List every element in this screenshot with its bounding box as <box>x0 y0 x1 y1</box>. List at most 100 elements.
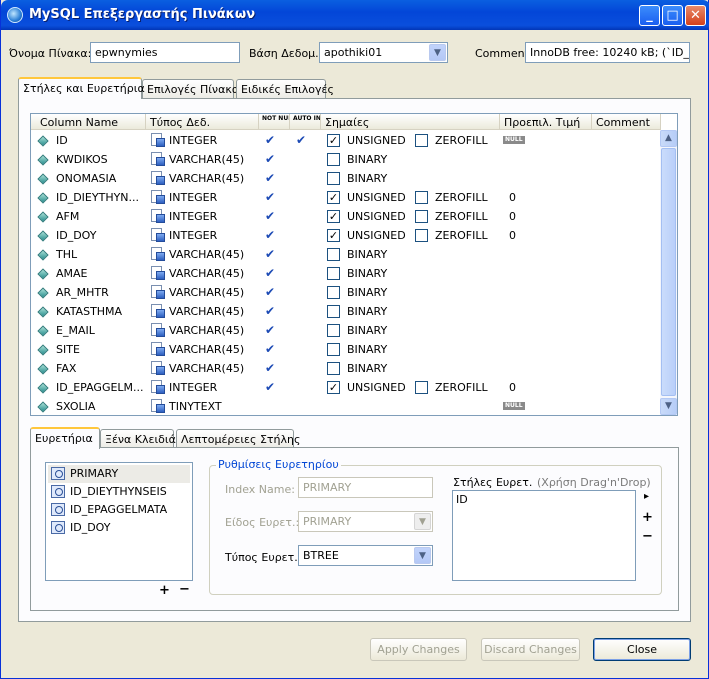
scroll-thumb[interactable] <box>661 148 676 396</box>
column-name-cell[interactable]: AFM <box>52 207 147 226</box>
grid-vertical-scrollbar[interactable]: ▲ ▼ <box>660 130 677 415</box>
header-flags[interactable]: Σημαίες <box>321 114 500 130</box>
table-row[interactable]: THL VARCHAR(45) ✔ BINARY <box>31 245 661 264</box>
not-null-check-icon[interactable]: ✔ <box>265 304 275 318</box>
table-row[interactable]: ID INTEGER ✔ ✔ ✓ UNSIGNED ZEROFILL NULL <box>31 131 661 150</box>
binary-checkbox[interactable] <box>327 324 340 337</box>
data-type-cell[interactable]: INTEGER <box>165 188 259 207</box>
header-data-type[interactable]: Τύπος Δεδ. <box>146 114 259 130</box>
column-name-cell[interactable]: ONOMASIA <box>52 169 147 188</box>
not-null-check-icon[interactable]: ✔ <box>265 152 275 166</box>
table-row[interactable]: KATASTHMA VARCHAR(45) ✔ BINARY <box>31 302 661 321</box>
data-type-cell[interactable]: TINYTEXT <box>165 397 259 415</box>
column-name-cell[interactable]: ID_DIEYTHYN... <box>52 188 147 207</box>
apply-changes-button[interactable]: Apply Changes <box>370 638 467 661</box>
default-value-cell[interactable]: 0 <box>505 378 593 397</box>
not-null-check-icon[interactable]: ✔ <box>265 361 275 375</box>
column-name-cell[interactable]: ID_EPAGGELM... <box>52 378 147 397</box>
binary-checkbox[interactable] <box>327 343 340 356</box>
unsigned-checkbox[interactable]: ✓ <box>327 381 340 394</box>
scroll-up-icon[interactable]: ▲ <box>660 130 677 147</box>
header-not-null[interactable]: NOT NULL <box>259 114 290 130</box>
database-select[interactable]: apothiki01 ▼ <box>319 42 448 63</box>
chevron-down-icon[interactable]: ▼ <box>414 513 431 530</box>
index-columns-list[interactable]: ID <box>452 490 636 581</box>
table-row[interactable]: ID_DOY INTEGER ✔ ✓ UNSIGNED ZEROFILL 0 <box>31 226 661 245</box>
table-row[interactable]: FAX VARCHAR(45) ✔ BINARY <box>31 359 661 378</box>
header-default-value[interactable]: Προεπιλ. Τιμή <box>500 114 592 130</box>
minimize-button[interactable]: _ <box>639 5 660 26</box>
data-type-cell[interactable]: VARCHAR(45) <box>165 150 259 169</box>
index-type-select[interactable]: BTREE ▼ <box>298 545 433 566</box>
zerofill-checkbox[interactable] <box>415 229 428 242</box>
index-list[interactable]: PRIMARY ID_DIEYTHYNSEIS ID_EPAGGELMATA I… <box>45 462 193 581</box>
not-null-check-icon[interactable]: ✔ <box>265 171 275 185</box>
not-null-check-icon[interactable]: ✔ <box>265 266 275 280</box>
unsigned-checkbox[interactable]: ✓ <box>327 210 340 223</box>
binary-checkbox[interactable] <box>327 153 340 166</box>
column-name-cell[interactable]: SITE <box>52 340 147 359</box>
close-button[interactable]: Close <box>593 638 691 661</box>
chevron-down-icon[interactable]: ▼ <box>429 44 446 61</box>
title-bar[interactable]: MySQL Επεξεργαστής Πινάκων _ □ ✕ <box>1 0 709 30</box>
binary-checkbox[interactable] <box>327 248 340 261</box>
data-type-cell[interactable]: VARCHAR(45) <box>165 264 259 283</box>
not-null-check-icon[interactable]: ✔ <box>265 285 275 299</box>
index-column-item[interactable]: ID <box>456 493 468 506</box>
not-null-check-icon[interactable]: ✔ <box>265 209 275 223</box>
unsigned-checkbox[interactable]: ✓ <box>327 134 340 147</box>
scroll-down-icon[interactable]: ▼ <box>660 398 677 415</box>
data-type-cell[interactable]: VARCHAR(45) <box>165 302 259 321</box>
default-value-cell[interactable]: 0 <box>505 207 593 226</box>
unsigned-checkbox[interactable]: ✓ <box>327 191 340 204</box>
data-type-cell[interactable]: VARCHAR(45) <box>165 340 259 359</box>
not-null-check-icon[interactable]: ✔ <box>265 133 275 147</box>
header-auto-inc[interactable]: AUTO INC <box>290 114 321 130</box>
close-window-button[interactable]: ✕ <box>685 5 706 26</box>
comment-input[interactable]: InnoDB free: 10240 kB; (`ID_DIE <box>525 42 690 63</box>
zerofill-checkbox[interactable] <box>415 381 428 394</box>
zerofill-checkbox[interactable] <box>415 210 428 223</box>
data-type-cell[interactable]: VARCHAR(45) <box>165 321 259 340</box>
column-name-cell[interactable]: ID_DOY <box>52 226 147 245</box>
table-row[interactable]: SXOLIA TINYTEXT NULL <box>31 397 661 415</box>
column-name-cell[interactable]: KWDIKOS <box>52 150 147 169</box>
index-list-item[interactable]: ID_DIEYTHYNSEIS <box>48 483 190 501</box>
data-type-cell[interactable]: VARCHAR(45) <box>165 169 259 188</box>
column-name-cell[interactable]: FAX <box>52 359 147 378</box>
table-row[interactable]: ONOMASIA VARCHAR(45) ✔ BINARY <box>31 169 661 188</box>
table-name-input[interactable]: epwnymies <box>90 42 240 63</box>
tab-foreign-keys[interactable]: Ξένα Κλειδιά <box>100 429 176 448</box>
add-index-button[interactable]: + <box>159 583 170 598</box>
data-type-cell[interactable]: VARCHAR(45) <box>165 283 259 302</box>
maximize-button[interactable]: □ <box>662 5 683 26</box>
default-value-cell[interactable]: 0 <box>505 226 593 245</box>
tab-indices[interactable]: Ευρετήρια <box>30 427 100 449</box>
data-type-cell[interactable]: VARCHAR(45) <box>165 245 259 264</box>
header-column-name[interactable]: Column Name <box>31 114 146 130</box>
table-row[interactable]: ID_DIEYTHYN... INTEGER ✔ ✓ UNSIGNED ZEROFILL 0 <box>31 188 661 207</box>
not-null-check-icon[interactable]: ✔ <box>265 190 275 204</box>
tab-table-options[interactable]: Επιλογές Πίνακα <box>142 79 239 98</box>
remove-index-column-button[interactable]: − <box>642 529 653 544</box>
table-row[interactable]: KWDIKOS VARCHAR(45) ✔ BINARY <box>31 150 661 169</box>
binary-checkbox[interactable] <box>327 286 340 299</box>
data-type-cell[interactable]: INTEGER <box>165 226 259 245</box>
column-name-cell[interactable]: THL <box>52 245 147 264</box>
column-name-cell[interactable]: SXOLIA <box>52 397 147 415</box>
index-list-item[interactable]: ID_DOY <box>48 519 190 537</box>
not-null-check-icon[interactable]: ✔ <box>265 323 275 337</box>
header-comment[interactable]: Comment <box>592 114 661 130</box>
not-null-check-icon[interactable]: ✔ <box>265 342 275 356</box>
index-kind-select[interactable]: PRIMARY ▼ <box>298 511 433 532</box>
column-name-cell[interactable]: AMAE <box>52 264 147 283</box>
discard-changes-button[interactable]: Discard Changes <box>481 638 580 661</box>
zerofill-checkbox[interactable] <box>415 134 428 147</box>
remove-index-button[interactable]: − <box>179 582 190 597</box>
column-name-cell[interactable]: ID <box>52 131 147 150</box>
table-row[interactable]: AR_MHTR VARCHAR(45) ✔ BINARY <box>31 283 661 302</box>
column-name-cell[interactable]: AR_MHTR <box>52 283 147 302</box>
not-null-check-icon[interactable]: ✔ <box>265 380 275 394</box>
not-null-check-icon[interactable]: ✔ <box>265 228 275 242</box>
zerofill-checkbox[interactable] <box>415 191 428 204</box>
